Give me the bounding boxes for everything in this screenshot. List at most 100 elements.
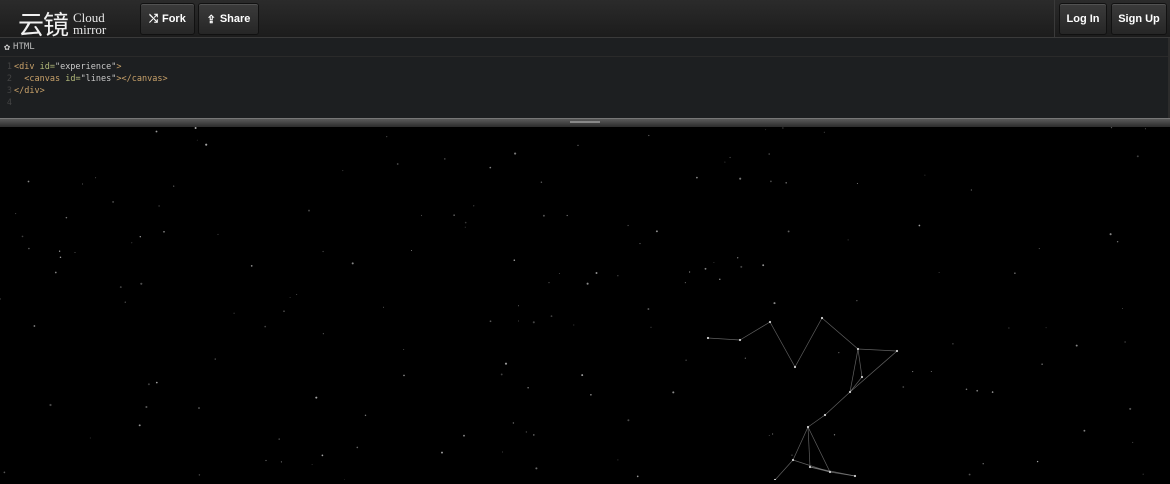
star-dot (535, 467, 538, 470)
star-dot (250, 265, 253, 267)
mesh-node (793, 365, 797, 369)
mesh-node (856, 347, 860, 351)
star-dot (514, 152, 517, 155)
star-dot (655, 230, 658, 233)
star-dot (315, 396, 318, 399)
line-number: 2 (6, 74, 12, 84)
star-dot (1144, 128, 1146, 130)
star-dot (364, 414, 367, 417)
code-attribute: id= (65, 74, 81, 84)
star-dot (296, 293, 298, 295)
star-dot (95, 177, 97, 179)
mesh-node (791, 458, 795, 462)
code-line[interactable]: 2 <canvas id= "lines" ></canvas> (0, 73, 1168, 85)
star-dot (28, 247, 30, 250)
star-dot (444, 158, 446, 160)
star-dot (724, 161, 726, 163)
star-dot (785, 182, 787, 184)
star-dot (729, 156, 731, 159)
star-dot (791, 454, 793, 456)
star-dot (527, 387, 529, 389)
star-dot (737, 257, 739, 259)
fork-icon: ⤭ (149, 12, 158, 25)
star-dot (82, 183, 83, 185)
mesh-line (807, 426, 831, 473)
share-button[interactable]: ⇪ Share (198, 3, 259, 35)
star-dot (902, 386, 905, 388)
star-dot (217, 233, 219, 235)
star-dot (1142, 473, 1144, 475)
star-dot (617, 459, 619, 461)
fork-button[interactable]: ⤭ Fork (140, 3, 195, 35)
resize-grip[interactable] (570, 121, 600, 123)
navbar-separator (1054, 0, 1055, 38)
star-dot (1075, 344, 1078, 347)
star-dot (504, 362, 508, 365)
star-dot (0, 298, 1, 300)
signup-label: Sign Up (1118, 13, 1160, 25)
mesh-line (774, 459, 794, 481)
star-dot (768, 153, 770, 155)
code-line[interactable]: 1 <div id= "experience" > (0, 61, 1168, 73)
star-dot (548, 281, 550, 284)
preview-canvas[interactable] (0, 126, 1170, 482)
star-dot (308, 209, 310, 212)
star-dot (198, 474, 201, 476)
star-dot (704, 267, 707, 270)
gear-icon[interactable]: ✿ (4, 42, 10, 53)
logo-wordmark: Cloud mirror (73, 11, 107, 37)
resize-divider[interactable] (0, 118, 1170, 127)
star-dot (453, 214, 455, 216)
star-dot (311, 464, 313, 465)
code-line[interactable]: 3 </div> (0, 85, 1168, 97)
star-dot (321, 454, 324, 457)
star-dot (163, 230, 165, 233)
code-area[interactable]: 1 <div id= "experience" >2 <canvas id= "line… (0, 57, 1168, 109)
star-dot (119, 286, 122, 289)
code-tag-open: <div (14, 62, 40, 72)
star-dot (744, 357, 746, 359)
star-dot (1036, 460, 1039, 463)
logo-line-2: mirror (73, 21, 107, 37)
login-button[interactable]: Log In (1059, 3, 1107, 35)
star-dot (558, 272, 560, 274)
editor-panel-label: HTML (13, 42, 35, 52)
star-dot (49, 403, 52, 407)
star-dot (155, 130, 158, 133)
mesh-node (820, 316, 824, 320)
star-dot (473, 205, 475, 207)
fork-label: Fork (161, 13, 186, 25)
star-dot (976, 389, 979, 392)
star-dot (464, 221, 467, 224)
star-dot (672, 391, 675, 394)
mesh-node (853, 474, 857, 478)
code-line[interactable]: 4 (0, 97, 1168, 109)
star-dot (15, 213, 17, 215)
star-dot (59, 256, 62, 259)
star-dot (1041, 363, 1043, 365)
code-string: "experience" (54, 62, 117, 72)
signup-button[interactable]: Sign Up (1111, 3, 1167, 35)
code-attribute: id= (39, 62, 55, 72)
star-dot (573, 324, 575, 326)
star-dot (74, 251, 76, 254)
star-dot (1129, 407, 1132, 410)
code-string: "lines" (80, 74, 117, 84)
star-dot (131, 242, 133, 244)
star-dot (1109, 233, 1112, 236)
mesh-line (769, 321, 796, 368)
star-dot (278, 438, 280, 440)
star-dot (214, 358, 216, 360)
star-dot (982, 463, 984, 465)
logo[interactable]: 云镜 Cloud mirror (18, 5, 106, 42)
mesh-node (895, 349, 899, 353)
star-dot (489, 166, 492, 169)
star-dot (532, 434, 535, 436)
star-dot (550, 315, 553, 317)
mesh-line (792, 426, 809, 461)
mesh-line (707, 337, 741, 341)
mesh-node (768, 320, 772, 324)
star-dot (173, 185, 175, 187)
star-dot (577, 144, 579, 146)
